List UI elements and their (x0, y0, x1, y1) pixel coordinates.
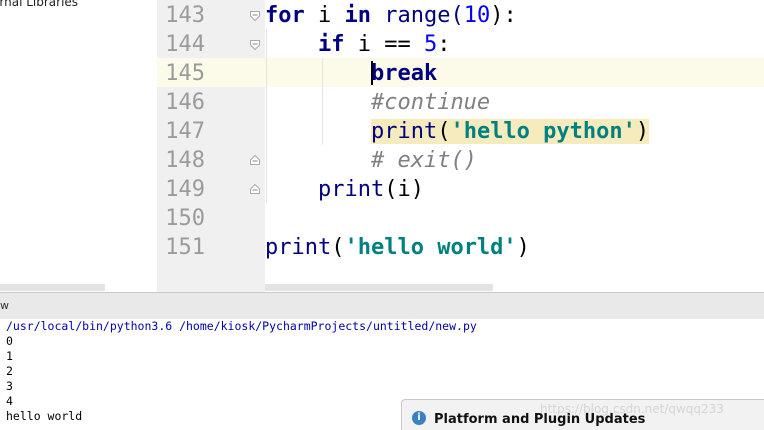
fold-collapse-icon[interactable] (249, 10, 261, 22)
number-literal: 10 (463, 3, 491, 28)
editor-horizontal-scrollbar[interactable] (265, 284, 493, 291)
console-output-line: 0 (6, 334, 13, 348)
comment: #continue (370, 90, 491, 115)
punctuation: ( (331, 235, 345, 260)
code-line-151[interactable]: print('hello world') (265, 233, 530, 262)
number-literal: 5 (423, 32, 438, 57)
punctuation: : (437, 32, 451, 57)
console-output-line: 1 (6, 349, 13, 363)
builtin-range: range( (371, 3, 464, 28)
line-number: 146 (165, 90, 205, 115)
line-number: 151 (165, 235, 205, 260)
console-output-line: 4 (6, 394, 13, 408)
code-line-146[interactable]: #continue (265, 88, 490, 117)
info-icon: i (412, 411, 426, 425)
line-number: 149 (165, 177, 205, 202)
punctuation: ) (516, 235, 530, 260)
builtin-print: print (317, 177, 385, 202)
code-line-145[interactable]: break (265, 59, 437, 88)
punctuation: ) (635, 119, 650, 144)
project-sidebar: ernal Libraries (0, 0, 158, 292)
console-output-line: hello world (6, 409, 83, 423)
comment: # exit() (370, 148, 477, 173)
line-number: 144 (165, 32, 205, 57)
call-args: (i) (384, 177, 424, 202)
line-number: 143 (165, 3, 205, 28)
watermark: https://blog.csdn.net/qwqq233 (540, 402, 724, 416)
keyword-in: in (344, 3, 372, 28)
line-number: 147 (165, 119, 205, 144)
console-output-line: 2 (6, 364, 13, 378)
code-line-147[interactable]: print('hello python') (265, 117, 650, 146)
code-line-143[interactable]: for i in range(10): (265, 1, 517, 30)
console-output-line: 3 (6, 379, 13, 393)
line-number: 150 (165, 206, 205, 231)
builtin-print: print (370, 119, 438, 144)
fold-collapse-icon[interactable] (249, 39, 261, 51)
keyword-if: if (317, 32, 345, 57)
line-number: 148 (165, 148, 205, 173)
console-command-line: /usr/local/bin/python3.6 /home/kiosk/Pyc… (6, 319, 477, 333)
text-caret (370, 61, 373, 85)
condition: i == (344, 32, 424, 57)
keyword-break: break (370, 61, 438, 86)
fold-end-icon[interactable] (249, 183, 261, 195)
code-line-144[interactable]: if i == 5: (265, 30, 450, 59)
sidebar-item-external-libraries[interactable]: ernal Libraries (0, 0, 78, 9)
string-literal: 'hello python' (450, 119, 636, 144)
builtin-print: print (265, 235, 332, 260)
punctuation: ( (437, 119, 451, 144)
current-line-highlight (157, 58, 764, 87)
identifier: i (304, 3, 345, 28)
code-line-149[interactable]: print(i) (265, 175, 424, 204)
code-line-148[interactable]: # exit() (265, 146, 477, 175)
punctuation: ): (490, 3, 517, 28)
highlighted-call: print('hello python') (370, 119, 650, 144)
run-tool-window-header: w (0, 292, 764, 320)
keyword-for: for (265, 3, 305, 28)
sidebar-horizontal-scrollbar[interactable] (0, 284, 105, 291)
line-number: 145 (165, 61, 205, 86)
fold-end-icon[interactable] (249, 154, 261, 166)
run-tool-window-title[interactable]: w (0, 299, 9, 312)
string-literal: 'hello world' (344, 235, 517, 260)
